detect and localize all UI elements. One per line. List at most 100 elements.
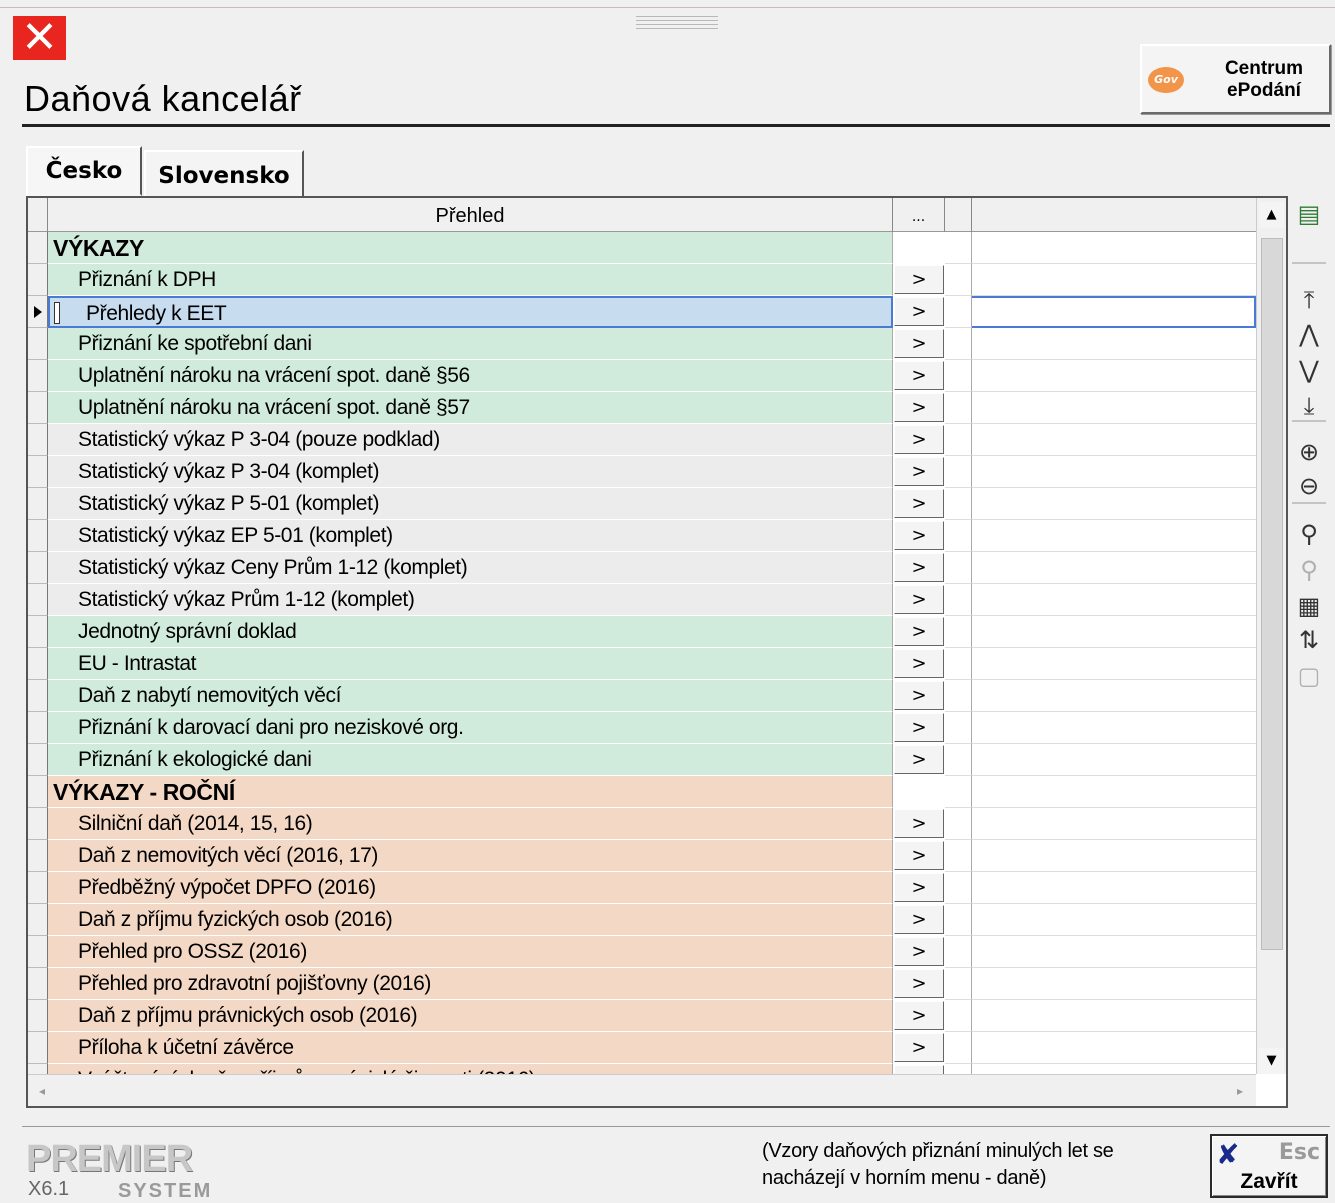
row-indicator[interactable] [28,968,48,1000]
open-report-button[interactable]: > [894,969,944,998]
search-icon[interactable]: ⚲ [1291,518,1327,550]
report-name-cell[interactable]: Přehled pro zdravotní pojišťovny (2016) [48,968,893,1000]
report-name-cell[interactable]: Statistický výkaz P 3-04 (komplet) [48,456,893,488]
row-indicator[interactable] [28,648,48,680]
table-row[interactable]: Daň z nabytí nemovitých věcí > [28,680,1256,712]
open-report-button[interactable]: > [894,329,944,358]
open-report-button[interactable]: > [894,1001,944,1030]
first-record-icon[interactable]: ⤒ [1291,284,1327,316]
drag-handle[interactable] [636,16,718,32]
section-row[interactable]: VÝKAZY [28,232,1256,264]
row-indicator[interactable] [28,520,48,552]
sort-az-icon[interactable]: ⇅ [1291,624,1327,656]
scroll-left-arrow-icon[interactable]: ◂ [30,1079,54,1103]
table-row[interactable]: Daň z nemovitých věcí (2016, 17) > [28,840,1256,872]
table-row[interactable]: Přiznání k darovací dani pro neziskové o… [28,712,1256,744]
scrollbar-thumb[interactable] [1261,238,1283,950]
report-name-cell[interactable]: Jednotný správní doklad [48,616,893,648]
table-row[interactable]: Vyúčtování daně z příjmů ze závislé činn… [28,1064,1256,1074]
report-name-cell[interactable]: Přiznání k darovací dani pro neziskové o… [48,712,893,744]
row-indicator[interactable] [28,584,48,616]
report-name-cell[interactable]: Uplatnění nároku na vrácení spot. daně §… [48,392,893,424]
section-row[interactable]: VÝKAZY - ROČNÍ [28,776,1256,808]
report-name-cell[interactable]: Přiznání ke spotřební dani [48,328,893,360]
row-indicator[interactable] [28,264,48,296]
table-row[interactable]: Jednotný správní doklad > [28,616,1256,648]
table-row[interactable]: Přiznání ke spotřební dani > [28,328,1256,360]
row-indicator[interactable] [28,296,48,328]
table-row[interactable]: Silniční daň (2014, 15, 16) > [28,808,1256,840]
table-row[interactable]: Uplatnění nároku na vrácení spot. daně §… [28,392,1256,424]
report-name-cell[interactable]: Statistický výkaz P 5-01 (komplet) [48,488,893,520]
tab-slovensko[interactable]: Slovensko [144,150,304,200]
close-button[interactable]: ✘ Esc Zavřít [1210,1134,1328,1198]
row-indicator[interactable] [28,776,48,808]
table-row[interactable]: Uplatnění nároku na vrácení spot. daně §… [28,360,1256,392]
open-report-button[interactable]: > [894,585,944,614]
open-report-button[interactable]: > [894,297,944,326]
column-header-more[interactable]: ... [893,198,945,232]
report-name-cell[interactable]: Statistický výkaz EP 5-01 (komplet) [48,520,893,552]
row-indicator[interactable] [28,680,48,712]
table-row[interactable]: Statistický výkaz P 5-01 (komplet) > [28,488,1256,520]
export-icon[interactable]: ▤ [1291,198,1327,230]
search-next-icon[interactable]: ⚲ [1291,554,1327,586]
tab-cesko[interactable]: Česko [26,146,142,196]
horizontal-scrollbar[interactable]: ◂ ▸ [28,1074,1256,1106]
open-report-button[interactable]: > [894,265,944,294]
row-indicator[interactable] [28,872,48,904]
close-window-icon[interactable]: ✕ [13,16,66,60]
table-row[interactable]: Příloha k účetní závěrce > [28,1032,1256,1064]
open-report-button[interactable]: > [894,489,944,518]
section-label[interactable]: VÝKAZY [48,232,893,264]
row-indicator[interactable] [28,456,48,488]
table-row[interactable]: Přehled pro OSSZ (2016) > [28,936,1256,968]
scroll-up-arrow-icon[interactable]: ▲ [1259,202,1284,228]
section-label[interactable]: VÝKAZY - ROČNÍ [48,776,893,808]
open-report-button[interactable]: > [894,457,944,486]
open-report-button[interactable]: > [894,713,944,742]
report-name-cell[interactable]: Příloha k účetní závěrce [48,1032,893,1064]
row-indicator[interactable] [28,392,48,424]
report-name-cell[interactable]: Statistický výkaz Ceny Prům 1-12 (komple… [48,552,893,584]
row-indicator[interactable] [28,1032,48,1064]
row-indicator[interactable] [28,328,48,360]
scroll-right-arrow-icon[interactable]: ▸ [1228,1079,1252,1103]
row-indicator[interactable] [28,904,48,936]
report-name-cell[interactable]: Přehledy k EET [48,296,893,328]
filter-icon[interactable]: ▦ [1291,590,1327,622]
open-report-button[interactable]: > [894,553,944,582]
report-name-cell[interactable]: Předběžný výpočet DPFO (2016) [48,872,893,904]
next-record-icon[interactable]: ⋁ [1291,354,1327,386]
table-row[interactable]: Statistický výkaz P 3-04 (pouze podklad)… [28,424,1256,456]
row-indicator[interactable] [28,424,48,456]
scroll-down-arrow-icon[interactable]: ▼ [1259,1048,1284,1074]
row-indicator[interactable] [28,936,48,968]
table-row[interactable]: Přehledy k EET > [28,296,1256,328]
table-row[interactable]: EU - Intrastat > [28,648,1256,680]
row-indicator[interactable] [28,616,48,648]
open-report-button[interactable]: > [894,521,944,550]
report-name-cell[interactable]: Uplatnění nároku na vrácení spot. daně §… [48,360,893,392]
row-indicator[interactable] [28,1000,48,1032]
row-indicator[interactable] [28,1064,48,1074]
table-row[interactable]: Daň z příjmu právnických osob (2016) > [28,1000,1256,1032]
table-row[interactable]: Statistický výkaz EP 5-01 (komplet) > [28,520,1256,552]
last-record-icon[interactable]: ⤓ [1291,390,1327,422]
row-indicator[interactable] [28,552,48,584]
centrum-epodani-button[interactable]: Gov Centrum ePodání [1140,44,1331,114]
open-report-button[interactable]: > [894,905,944,934]
table-row[interactable]: Statistický výkaz Prům 1-12 (komplet) > [28,584,1256,616]
open-report-button[interactable]: > [894,873,944,902]
report-name-cell[interactable]: Statistický výkaz P 3-04 (pouze podklad) [48,424,893,456]
report-name-cell[interactable]: Vyúčtování daně z příjmů ze závislé činn… [48,1064,893,1074]
report-name-cell[interactable]: Daň z příjmu právnických osob (2016) [48,1000,893,1032]
report-name-cell[interactable]: Přiznání k ekologické dani [48,744,893,776]
row-indicator[interactable] [28,232,48,264]
report-name-cell[interactable]: Přiznání k DPH [48,264,893,296]
zoom-out-icon[interactable]: ⊖ [1291,470,1327,502]
open-report-button[interactable]: > [894,745,944,774]
report-name-cell[interactable]: Silniční daň (2014, 15, 16) [48,808,893,840]
row-indicator[interactable] [28,488,48,520]
report-name-cell[interactable]: Daň z příjmu fyzických osob (2016) [48,904,893,936]
